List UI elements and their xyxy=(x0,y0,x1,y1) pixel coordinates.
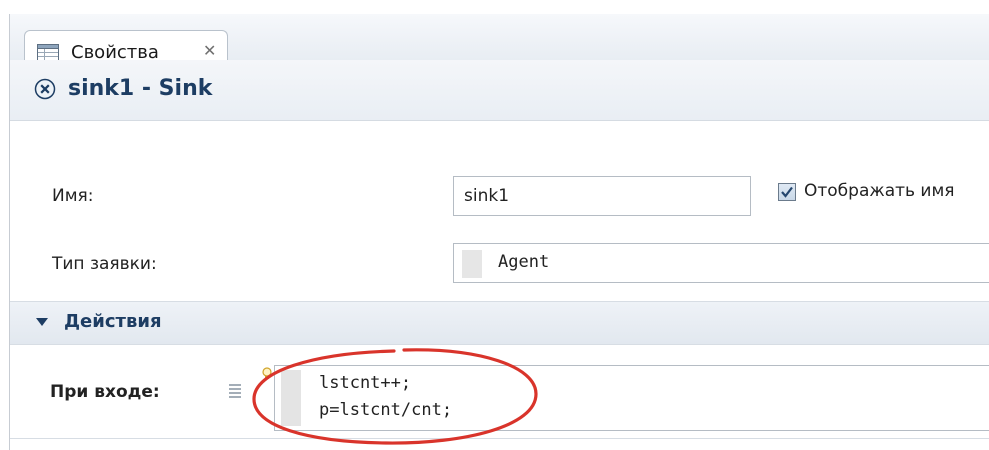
close-circle-icon xyxy=(34,78,56,100)
agent-type-field[interactable]: Agent xyxy=(453,243,989,283)
show-name-label: Отображать имя xyxy=(804,181,955,201)
agent-type-value: Agent xyxy=(498,252,550,272)
checkmark-icon xyxy=(781,186,793,198)
actions-section-title: Действия xyxy=(64,311,162,332)
tab-close-icon[interactable]: ✕ xyxy=(203,43,216,59)
on-enter-label: При входе: xyxy=(50,382,160,402)
collapse-triangle-icon[interactable] xyxy=(36,318,48,326)
actions-section-body: При входе: lstcnt++; p=lstcnt/cnt; xyxy=(10,345,989,450)
properties-table-icon xyxy=(37,44,59,61)
general-properties-form: Имя: Отображать имя Тип заявки: Agent xyxy=(10,121,989,301)
code-line: lstcnt++; xyxy=(319,373,412,393)
agent-type-label: Тип заявки: xyxy=(52,254,157,274)
code-list-icon[interactable] xyxy=(228,383,242,399)
name-label: Имя: xyxy=(52,186,94,206)
code-line: p=lstcnt/cnt; xyxy=(319,400,453,420)
divider xyxy=(10,438,989,439)
on-enter-code-editor[interactable]: lstcnt++; p=lstcnt/cnt; xyxy=(274,365,989,431)
field-gutter xyxy=(462,250,482,278)
code-gutter xyxy=(281,370,301,426)
hint-bulb-icon xyxy=(262,367,272,379)
page-title: sink1 - Sink xyxy=(68,76,213,101)
show-name-checkbox[interactable] xyxy=(778,183,796,201)
view-tab-bar: Свойства ✕ xyxy=(10,14,989,74)
actions-section-header[interactable]: Действия xyxy=(10,301,989,345)
properties-view: Свойства ✕ sink1 - Sink Имя: Отображать … xyxy=(0,0,989,450)
element-title-bar: sink1 - Sink xyxy=(10,60,989,121)
top-strip xyxy=(0,0,989,14)
name-field[interactable] xyxy=(453,176,751,216)
